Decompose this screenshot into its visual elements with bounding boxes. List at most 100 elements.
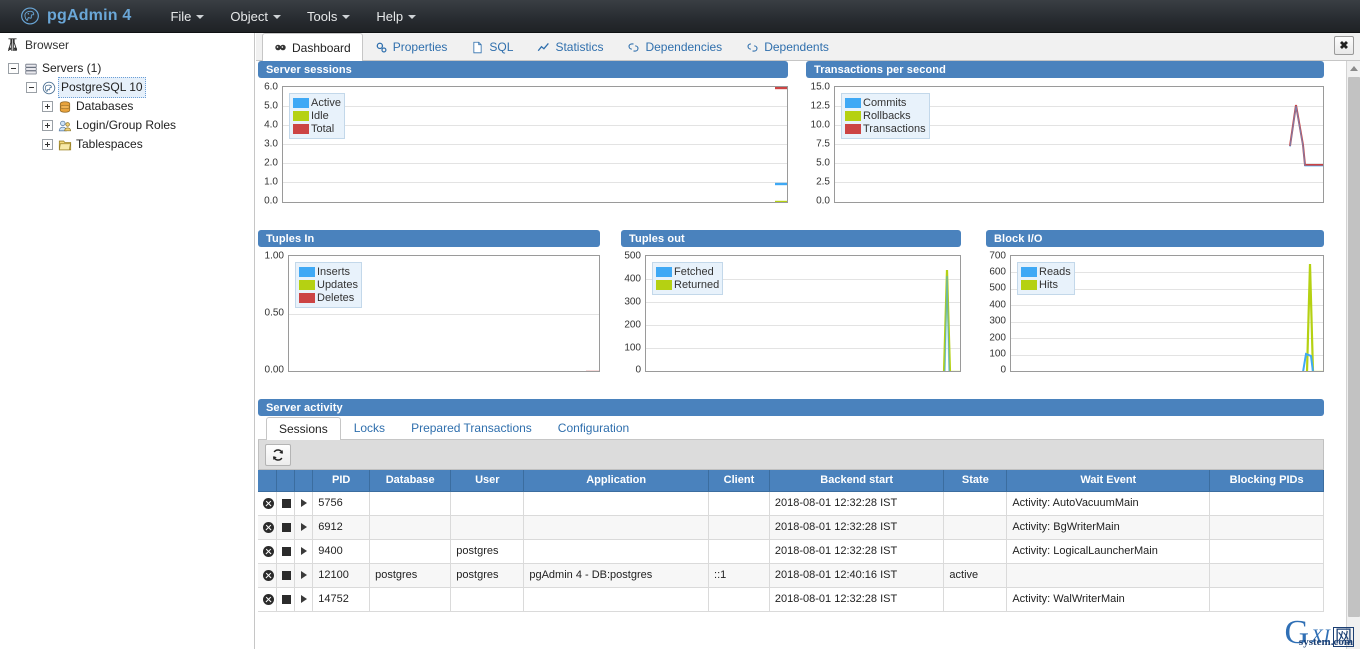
terminate-session-button[interactable] [276,587,294,611]
plot-area-transactions: Commits Rollbacks Transactions [834,86,1324,203]
col-cancel[interactable] [258,470,276,491]
dashboard-icon [274,41,287,54]
expand-toggle-icon[interactable] [42,139,53,150]
scroll-up-button[interactable] [1347,61,1360,75]
legend-item-returned: Returned [656,278,719,291]
table-row[interactable]: 14752 2018-08-01 12:32:28 IST Activity: … [258,587,1324,611]
cell-user: postgres [451,563,524,587]
col-user[interactable]: User [451,470,524,491]
expand-toggle-icon[interactable] [42,120,53,131]
menu-object[interactable]: Object [219,4,292,29]
cell-state: active [944,563,1007,587]
chevron-down-icon [342,15,350,19]
tab-statistics[interactable]: Statistics [525,33,615,60]
menu-help[interactable]: Help [365,4,427,29]
col-database[interactable]: Database [370,470,451,491]
panel-tuples-in: Tuples In 1.00 0.50 0.00 Inserts [258,230,600,381]
cell-database [370,515,451,539]
cell-database [370,539,451,563]
terminate-session-button[interactable] [276,539,294,563]
tree-item-tablespaces[interactable]: Tablespaces [4,135,254,154]
table-row[interactable]: 6912 2018-08-01 12:32:28 IST Activity: B… [258,515,1324,539]
legend-swatch-rollbacks [845,111,861,121]
expand-row-button[interactable] [295,539,313,563]
panel-transactions-title: Transactions per second [806,61,1324,78]
legend-transactions: Commits Rollbacks Transactions [841,93,930,139]
menu-tools[interactable]: Tools [296,4,361,29]
tab-configuration[interactable]: Configuration [545,416,642,439]
col-terminate[interactable] [276,470,294,491]
refresh-button[interactable] [265,444,291,466]
tab-sessions[interactable]: Sessions [266,417,341,440]
table-row[interactable]: 12100 postgres postgres pgAdmin 4 - DB:p… [258,563,1324,587]
cancel-query-button[interactable] [258,563,276,587]
terminate-session-button[interactable] [276,491,294,515]
collapse-toggle-icon[interactable] [8,63,19,74]
col-backend-start[interactable]: Backend start [769,470,944,491]
tree-item-postgresql-10[interactable]: PostgreSQL 10 [4,78,254,97]
properties-icon [375,41,388,54]
col-state[interactable]: State [944,470,1007,491]
terminate-session-button[interactable] [276,515,294,539]
terminate-session-button[interactable] [276,563,294,587]
close-button[interactable]: ✖ [1334,36,1354,55]
col-pid[interactable]: PID [313,470,370,491]
stop-icon [282,499,291,508]
cell-pid: 5756 [313,491,370,515]
panel-tuples-out: Tuples out 500 400 300 200 100 0 [621,230,961,381]
panel-tuples-out-title: Tuples out [621,230,961,247]
expand-toggle-icon[interactable] [42,101,53,112]
cancel-query-button[interactable] [258,491,276,515]
col-application[interactable]: Application [524,470,709,491]
cell-blocking-pids [1210,539,1324,563]
expand-row-button[interactable] [295,491,313,515]
tree-item-login-group-roles[interactable]: Login/Group Roles [4,116,254,135]
cell-client: ::1 [709,563,770,587]
legend-item-updates: Updates [299,278,358,291]
menu-file[interactable]: File [159,4,215,29]
chart-tuples-out: 500 400 300 200 100 0 [621,251,961,381]
tab-properties[interactable]: Properties [363,33,460,60]
tab-dependents[interactable]: Dependents [734,33,841,60]
tab-locks[interactable]: Locks [341,416,398,439]
cancel-query-button[interactable] [258,587,276,611]
tree-item-servers[interactable]: Servers (1) [4,59,254,78]
cancel-query-button[interactable] [258,515,276,539]
scrollbar-thumb[interactable] [1348,77,1360,617]
legend-swatch-total [293,124,309,134]
browser-tree[interactable]: Servers (1) PostgreSQL 10 Databases [0,53,254,154]
col-details[interactable] [295,470,313,491]
cell-application [524,587,709,611]
tab-dependencies[interactable]: Dependencies [615,33,734,60]
stop-icon [282,595,291,604]
expand-row-button[interactable] [295,587,313,611]
tab-prepared-transactions[interactable]: Prepared Transactions [398,416,545,439]
expand-row-button[interactable] [295,563,313,587]
y-axis-labels: 500 400 300 200 100 0 [621,251,641,373]
cancel-query-button[interactable] [258,539,276,563]
cell-client [709,587,770,611]
y-axis-labels: 15.0 12.5 10.0 7.5 5.0 2.5 0.0 [806,82,830,204]
sessions-table[interactable]: PID Database User Application Client Bac… [258,470,1324,612]
vertical-scrollbar[interactable] [1346,61,1360,649]
tree-item-databases[interactable]: Databases [4,97,254,116]
tab-sql[interactable]: SQL [459,33,525,60]
cell-backend-start: 2018-08-01 12:32:28 IST [769,587,944,611]
table-row[interactable]: 5756 2018-08-01 12:32:28 IST Activity: A… [258,491,1324,515]
collapse-toggle-icon[interactable] [26,82,37,93]
cell-wait-event: Activity: AutoVacuumMain [1007,491,1210,515]
legend-item-transactions: Transactions [845,122,926,135]
legend-server-sessions: Active Idle Total [289,93,345,139]
expand-row-button[interactable] [295,515,313,539]
col-blocking-pids[interactable]: Blocking PIDs [1210,470,1324,491]
legend-tuples-out: Fetched Returned [652,262,723,295]
col-wait-event[interactable]: Wait Event [1007,470,1210,491]
tab-dashboard[interactable]: Dashboard [262,33,363,61]
legend-item-hits: Hits [1021,278,1071,291]
legend-item-idle: Idle [293,109,341,122]
col-client[interactable]: Client [709,470,770,491]
cell-pid: 12100 [313,563,370,587]
table-row[interactable]: 9400 postgres 2018-08-01 12:32:28 IST Ac… [258,539,1324,563]
legend-item-commits: Commits [845,96,926,109]
y-axis-labels: 1.00 0.50 0.00 [258,251,284,373]
